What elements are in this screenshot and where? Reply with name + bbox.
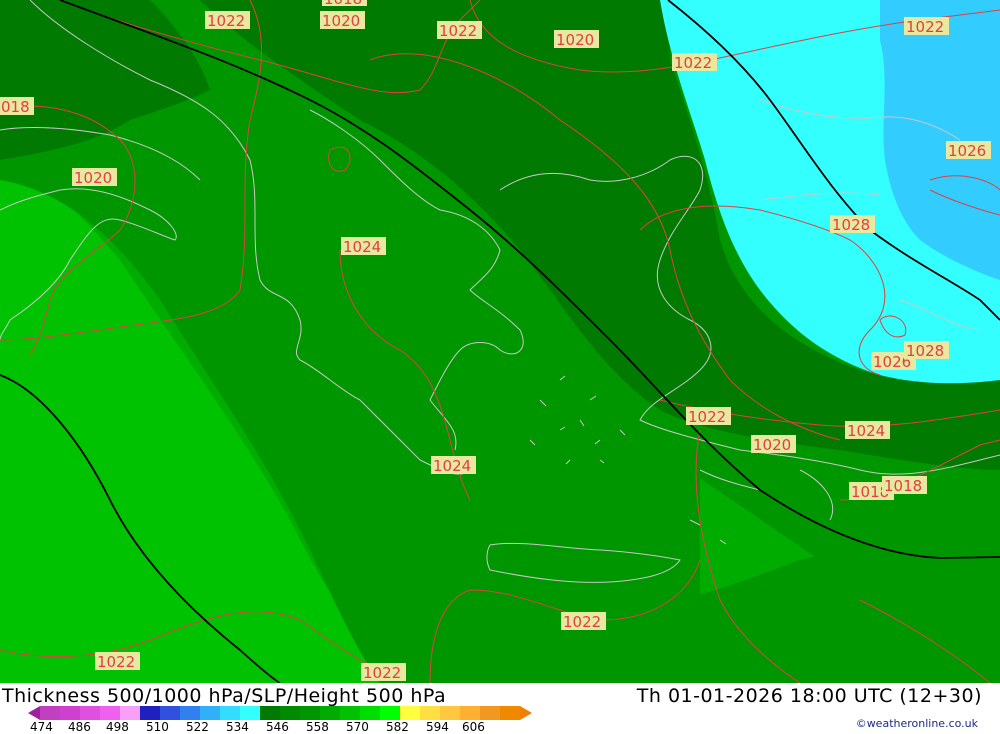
isobar-label: 1022 [95, 652, 140, 671]
isobar-label: 1022 [205, 11, 250, 30]
scale-swatch [40, 706, 60, 720]
isobar-label: 1022 [437, 21, 482, 40]
scale-tick: 570 [346, 720, 369, 734]
scale-swatch [280, 706, 300, 720]
scale-tick: 582 [386, 720, 409, 734]
isobar-label: 1028 [830, 215, 875, 234]
scale-swatch [180, 706, 200, 720]
isobar-label: 1026 [946, 141, 991, 160]
scale-swatch [200, 706, 220, 720]
scale-arrow-right-icon [520, 706, 532, 720]
isobar-label: 1020 [320, 11, 365, 30]
svg-text:1018: 1018 [884, 477, 922, 495]
map-title: Thickness 500/1000 hPa/SLP/Height 500 hP… [2, 685, 447, 707]
isobar-label: 1020 [72, 168, 117, 187]
svg-text:1022: 1022 [674, 54, 712, 72]
isobar-label: 1028 [904, 341, 949, 360]
scale-swatch [500, 706, 520, 720]
scale-tick: 522 [186, 720, 209, 734]
svg-text:1022: 1022 [207, 12, 245, 30]
scale-swatch [400, 706, 420, 720]
scale-tick: 606 [462, 720, 485, 734]
svg-text:1028: 1028 [906, 342, 944, 360]
scale-swatch [300, 706, 320, 720]
scale-swatch [220, 706, 240, 720]
weather-map: 1022 1020 1022 1020 1022 1022 018 1020 1… [0, 0, 1000, 683]
isobar-label: 1024 [845, 421, 890, 440]
scale-swatch [320, 706, 340, 720]
svg-text:1024: 1024 [343, 238, 381, 256]
scale-swatch [440, 706, 460, 720]
isobar-label: 1022 [672, 53, 717, 72]
isobar-label: 1018 [322, 0, 367, 8]
scale-swatches [40, 706, 520, 720]
valid-datetime: Th 01-01-2026 18:00 UTC (12+30) [636, 685, 982, 707]
svg-text:1022: 1022 [363, 664, 401, 682]
svg-text:1024: 1024 [433, 457, 471, 475]
scale-swatch [100, 706, 120, 720]
credit-text: ©weatheronline.co.uk [855, 717, 978, 730]
scale-tick-labels: 474 486 498 510 522 534 546 558 570 582 … [30, 720, 500, 734]
scale-swatch [360, 706, 380, 720]
isobar-label: 1020 [554, 30, 599, 49]
scale-tick: 534 [226, 720, 249, 734]
svg-text:1028: 1028 [832, 216, 870, 234]
thickness-color-scale [28, 705, 532, 721]
svg-text:1022: 1022 [906, 18, 944, 36]
scale-swatch [240, 706, 260, 720]
isobar-label: 1022 [904, 17, 949, 36]
svg-text:1020: 1020 [753, 436, 791, 454]
scale-tick: 594 [426, 720, 449, 734]
isobar-label: 1024 [341, 237, 386, 256]
svg-text:1024: 1024 [847, 422, 885, 440]
svg-text:1020: 1020 [556, 31, 594, 49]
svg-text:1022: 1022 [688, 408, 726, 426]
scale-swatch [60, 706, 80, 720]
svg-text:018: 018 [1, 98, 30, 116]
svg-text:1020: 1020 [322, 12, 360, 30]
isobar-label: 018 [0, 97, 34, 116]
scale-swatch [480, 706, 500, 720]
isobar-label: 1024 [431, 456, 476, 475]
scale-tick: 546 [266, 720, 289, 734]
scale-tick: 474 [30, 720, 53, 734]
scale-swatch [460, 706, 480, 720]
scale-tick: 486 [68, 720, 91, 734]
svg-text:1022: 1022 [97, 653, 135, 671]
map-footer: Thickness 500/1000 hPa/SLP/Height 500 hP… [0, 683, 1000, 734]
scale-tick: 498 [106, 720, 129, 734]
svg-text:1022: 1022 [563, 613, 601, 631]
scale-tick: 558 [306, 720, 329, 734]
isobar-label: 1022 [686, 407, 731, 426]
svg-text:1026: 1026 [948, 142, 986, 160]
scale-swatch [140, 706, 160, 720]
scale-swatch [160, 706, 180, 720]
svg-text:1020: 1020 [74, 169, 112, 187]
isobar-label: 1022 [361, 663, 406, 682]
scale-arrow-left-icon [28, 706, 40, 720]
scale-tick: 510 [146, 720, 169, 734]
isobar-label: 1020 [751, 435, 796, 454]
scale-swatch [80, 706, 100, 720]
scale-swatch [340, 706, 360, 720]
scale-swatch [120, 706, 140, 720]
scale-swatch [380, 706, 400, 720]
svg-text:1022: 1022 [439, 22, 477, 40]
scale-swatch [260, 706, 280, 720]
scale-swatch [420, 706, 440, 720]
isobar-label: 1018 [882, 476, 927, 495]
isobar-label: 1022 [561, 612, 606, 631]
svg-text:1018: 1018 [324, 0, 362, 8]
